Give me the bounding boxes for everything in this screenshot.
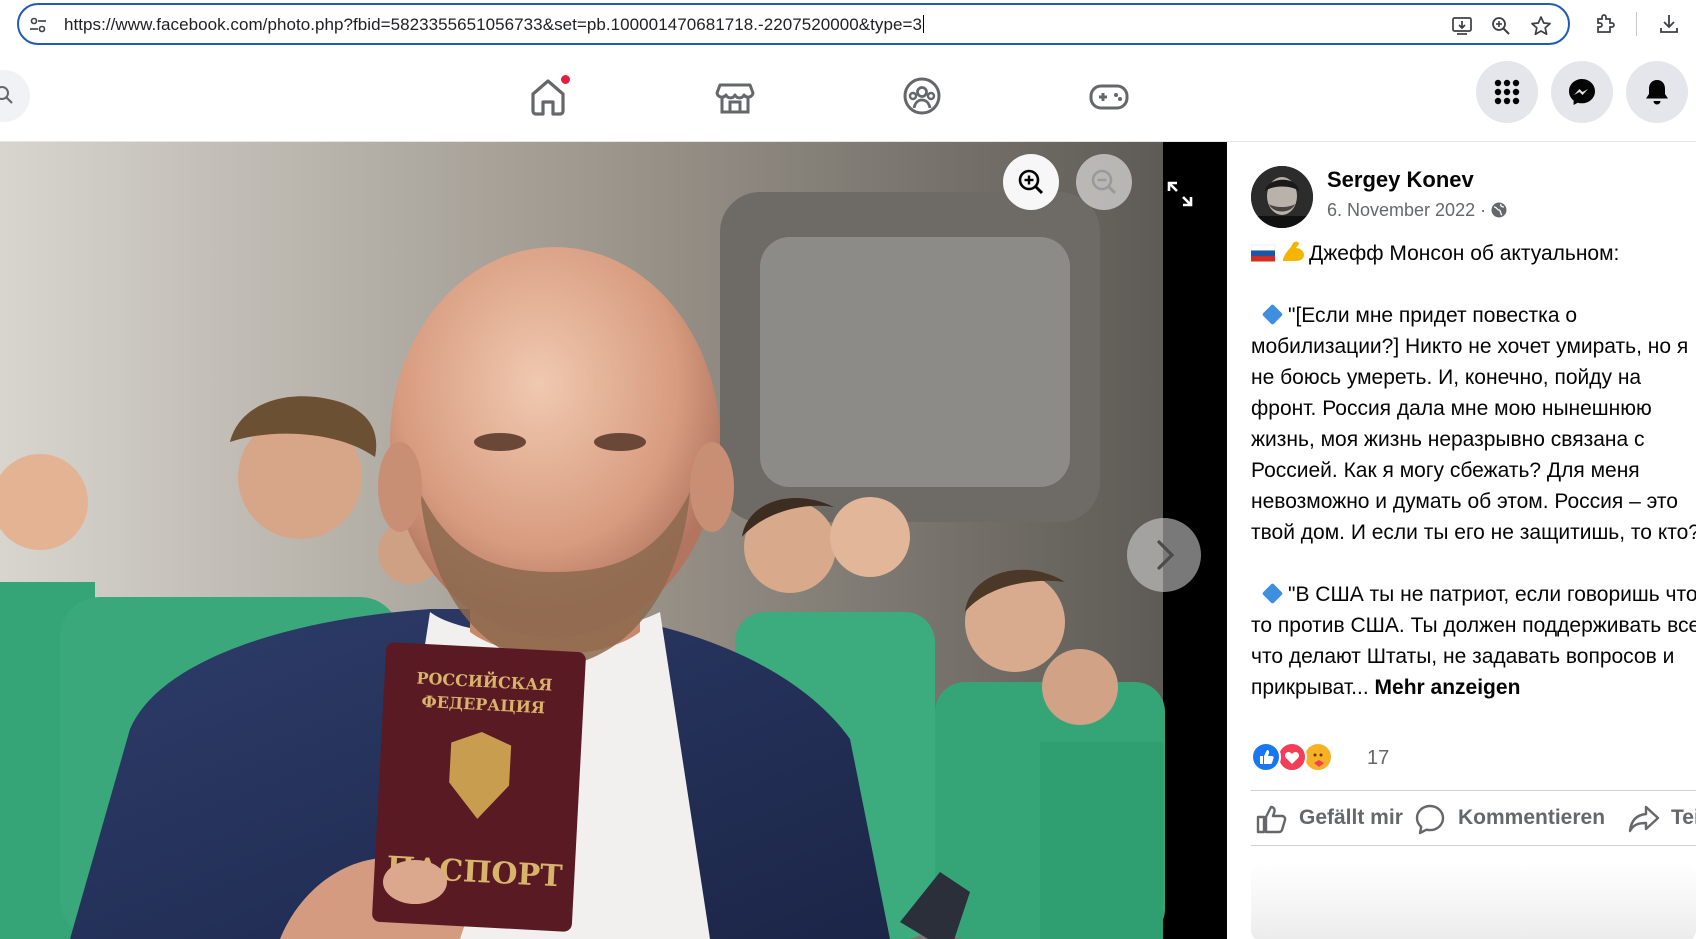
post-date[interactable]: 6. November 2022 · — [1327, 200, 1508, 221]
post-line: фронт. Россия дала мне мою нынешнюю — [1251, 397, 1652, 420]
marketplace-tab-icon[interactable] — [711, 72, 759, 120]
post-line: жизнь, моя жизнь неразрывно связана с — [1251, 428, 1645, 451]
extensions-icon[interactable] — [1593, 12, 1617, 36]
install-app-icon[interactable] — [1451, 15, 1473, 37]
public-globe-icon — [1491, 202, 1507, 218]
post-line: что делают Штаты, не задавать вопросов и — [1251, 645, 1675, 668]
avatar-image — [1251, 166, 1313, 228]
author-avatar[interactable] — [1251, 166, 1313, 228]
reaction-count: 17 — [1367, 747, 1390, 769]
comment-icon — [1415, 804, 1445, 835]
post-line: Джефф Монсон об актуальном: — [1251, 238, 1696, 269]
post-line: то против США. Ты должен поддерживать вс… — [1251, 614, 1696, 637]
zoom-icon[interactable] — [1490, 15, 1512, 37]
notifications-button[interactable] — [1626, 61, 1688, 123]
bookmark-star-icon[interactable] — [1530, 15, 1552, 37]
zoom-out-icon — [1091, 169, 1117, 195]
russia-flag-icon — [1251, 244, 1276, 262]
post-line-gap — [1251, 269, 1696, 300]
post-line: Россией. Как я могу сбежать? Для меня — [1251, 459, 1640, 482]
care-reaction-icon — [1303, 742, 1333, 772]
browser-toolbar: https://www.facebook.com/photo.php?fbid=… — [0, 0, 1696, 50]
post-line: невозможно и думать об этом. Россия – эт… — [1251, 490, 1678, 513]
post-line: твой дом. И если ты его не защитишь, то … — [1251, 521, 1696, 544]
gaming-tab-icon[interactable] — [1085, 72, 1133, 120]
flexed-biceps-icon — [1283, 241, 1304, 261]
see-more-link[interactable]: Mehr anzeigen — [1375, 676, 1521, 699]
post-date-text[interactable]: 6. November 2022 · — [1327, 200, 1486, 220]
share-label: Teilen — [1671, 806, 1696, 829]
facebook-top-nav — [0, 50, 1696, 142]
share-icon — [1628, 805, 1660, 833]
post-line-gap — [1251, 548, 1696, 579]
post-line: "[Если мне придет повестка о — [1251, 300, 1696, 331]
comment-preview — [1251, 862, 1696, 939]
post-line-text: "В США ты не патриот, если говоришь что- — [1288, 583, 1696, 606]
menu-grid-icon — [1494, 79, 1520, 105]
post-panel: Sergey Konev 6. November 2022 · Джефф Мо… — [1227, 142, 1696, 939]
post-photo: РОССИЙСКАЯ ФЕДЕРАЦИЯ ПАСПОРТ — [0, 142, 1227, 939]
site-settings-icon[interactable] — [29, 16, 47, 34]
post-line-text: прикрыват... — [1251, 676, 1369, 699]
messenger-icon — [1569, 79, 1595, 105]
menu-button[interactable] — [1476, 61, 1538, 123]
like-label: Gefällt mir — [1299, 806, 1403, 829]
post-line: мобилизации?] Никто не хочет умирать, но… — [1251, 335, 1689, 358]
post-line-text: "[Если мне придет повестка о — [1288, 304, 1578, 327]
photo-viewer: РОССИЙСКАЯ ФЕДЕРАЦИЯ ПАСПОРТ — [0, 142, 1227, 939]
author-name[interactable]: Sergey Konev — [1327, 167, 1474, 193]
post-line: не боюсь умереть. И, конечно, пойду на — [1251, 366, 1642, 389]
comment-label: Kommentieren — [1458, 806, 1606, 829]
bell-icon — [1646, 80, 1668, 105]
next-photo-button[interactable] — [1127, 518, 1201, 592]
love-reaction-icon — [1277, 742, 1307, 772]
search-button[interactable] — [0, 70, 30, 122]
like-reaction-icon — [1251, 742, 1281, 772]
zoom-in-button[interactable] — [1003, 154, 1059, 210]
search-icon — [0, 86, 13, 104]
toolbar-divider — [1636, 12, 1637, 36]
blue-diamond-icon — [1261, 303, 1284, 326]
blue-diamond-icon — [1261, 582, 1284, 605]
messenger-button[interactable] — [1551, 61, 1613, 123]
url-text[interactable]: https://www.facebook.com/photo.php?fbid=… — [64, 15, 924, 35]
download-icon[interactable] — [1657, 12, 1681, 36]
zoom-in-icon — [1018, 169, 1044, 195]
post-line: прикрыват... Mehr anzeigen — [1251, 672, 1696, 703]
post-line: "В США ты не патриот, если говоришь что- — [1251, 579, 1696, 610]
fullscreen-icon[interactable] — [1164, 178, 1196, 210]
zoom-out-button[interactable] — [1076, 154, 1132, 210]
post-action-bar: Gefällt mir Kommentieren Teilen — [1251, 790, 1696, 846]
chevron-right-icon — [1157, 540, 1175, 570]
address-bar[interactable]: https://www.facebook.com/photo.php?fbid=… — [17, 3, 1570, 45]
thumbs-up-icon — [1256, 805, 1287, 834]
post-line-text: Джефф Монсон об актуальном: — [1309, 242, 1620, 265]
groups-tab-icon[interactable] — [898, 72, 946, 120]
post-body: Джефф Монсон об актуальном: "[Если мне п… — [1251, 238, 1696, 703]
home-notification-dot — [559, 73, 572, 86]
